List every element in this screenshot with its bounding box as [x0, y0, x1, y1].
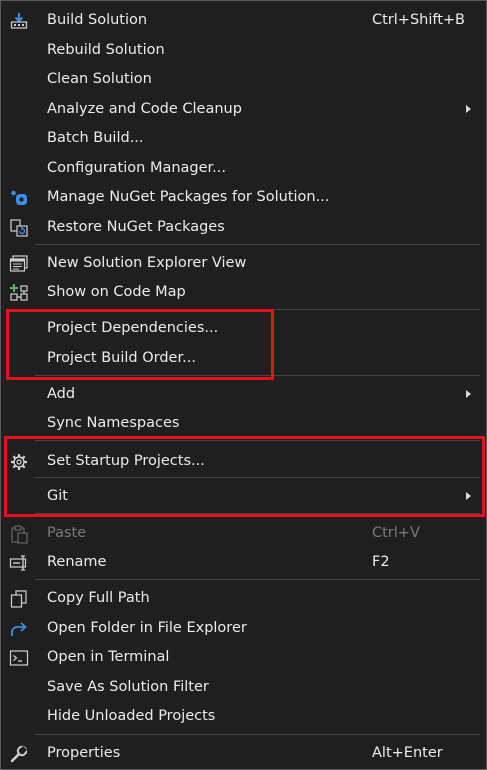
submenu-arrow-icon [466, 105, 471, 113]
menu-item-label: Sync Namespaces [47, 415, 180, 431]
menu-item-paste[interactable]: Paste Ctrl+V [1, 519, 486, 548]
menu-separator [35, 513, 480, 514]
shortcut-text: Ctrl+V [372, 525, 420, 541]
shortcut-text: Alt+Enter [372, 745, 443, 761]
menu-item-properties[interactable]: Properties Alt+Enter [1, 739, 486, 768]
menu-item-label: Analyze and Code Cleanup [47, 101, 242, 117]
menu-item-build-solution[interactable]: Build Solution Ctrl+Shift+B [1, 6, 486, 35]
menu-item-label: Properties [47, 745, 121, 761]
menu-item-label: Open in Terminal [47, 649, 170, 665]
menu-item-label: Hide Unloaded Projects [47, 708, 216, 724]
menu-item-label: Set Startup Projects... [47, 453, 205, 469]
open-folder-icon [9, 619, 29, 639]
menu-item-batch-build[interactable]: Batch Build... [1, 124, 486, 153]
solution-context-menu: Build Solution Ctrl+Shift+B Rebuild Solu… [0, 0, 487, 770]
menu-item-label: Configuration Manager... [47, 160, 226, 176]
restore-packages-icon [9, 218, 29, 238]
menu-item-copy-full-path[interactable]: Copy Full Path [1, 584, 486, 613]
menu-item-label: Paste [47, 525, 87, 541]
menu-separator [35, 477, 480, 478]
menu-item-label: Git [47, 488, 68, 504]
rename-icon [9, 553, 29, 573]
menu-item-rebuild-solution[interactable]: Rebuild Solution [1, 36, 486, 65]
build-solution-icon [9, 11, 29, 31]
copy-icon [9, 589, 29, 609]
menu-item-set-startup-projects[interactable]: Set Startup Projects... [1, 447, 486, 476]
menu-item-label: Add [47, 386, 76, 402]
menu-item-label: Manage NuGet Packages for Solution... [47, 189, 330, 205]
shortcut-text: Ctrl+Shift+B [372, 12, 466, 28]
menu-item-project-build-order[interactable]: Project Build Order... [1, 344, 486, 373]
menu-item-label: Project Build Order... [47, 350, 196, 366]
menu-item-label: Copy Full Path [47, 590, 150, 606]
menu-item-open-folder-file-explorer[interactable]: Open Folder in File Explorer [1, 614, 486, 643]
nuget-icon [9, 188, 29, 208]
menu-separator [35, 579, 480, 580]
menu-item-label: Restore NuGet Packages [47, 219, 225, 235]
menu-item-hide-unloaded-projects[interactable]: Hide Unloaded Projects [1, 702, 486, 731]
shortcut-text: F2 [372, 554, 390, 570]
menu-separator [35, 440, 480, 441]
menu-item-label: Rename [47, 554, 107, 570]
menu-item-add[interactable]: Add [1, 380, 486, 409]
menu-item-analyze-code-cleanup[interactable]: Analyze and Code Cleanup [1, 95, 486, 124]
menu-separator [35, 375, 480, 376]
menu-item-label: Show on Code Map [47, 284, 186, 300]
menu-item-label: New Solution Explorer View [47, 255, 247, 271]
terminal-icon [9, 648, 29, 668]
menu-item-label: Rebuild Solution [47, 42, 165, 58]
menu-item-label: Build Solution [47, 12, 148, 28]
submenu-arrow-icon [466, 390, 471, 398]
menu-item-new-solution-explorer-view[interactable]: New Solution Explorer View [1, 249, 486, 278]
menu-item-manage-nuget[interactable]: Manage NuGet Packages for Solution... [1, 183, 486, 212]
menu-item-label: Batch Build... [47, 130, 144, 146]
paste-icon [9, 524, 29, 544]
menu-item-sync-namespaces[interactable]: Sync Namespaces [1, 409, 486, 438]
menu-separator [35, 309, 480, 310]
wrench-icon [9, 744, 29, 764]
menu-item-label: Open Folder in File Explorer [47, 620, 247, 636]
menu-item-project-dependencies[interactable]: Project Dependencies... [1, 314, 486, 343]
menu-separator [35, 734, 480, 735]
menu-item-label: Clean Solution [47, 71, 152, 87]
solution-explorer-view-icon [9, 254, 29, 274]
menu-item-label: Save As Solution Filter [47, 679, 209, 695]
menu-item-save-as-solution-filter[interactable]: Save As Solution Filter [1, 673, 486, 702]
menu-item-git[interactable]: Git [1, 482, 486, 511]
submenu-arrow-icon [466, 492, 471, 500]
menu-item-clean-solution[interactable]: Clean Solution [1, 65, 486, 94]
menu-item-restore-nuget[interactable]: Restore NuGet Packages [1, 213, 486, 242]
menu-item-configuration-manager[interactable]: Configuration Manager... [1, 154, 486, 183]
menu-item-open-in-terminal[interactable]: Open in Terminal [1, 643, 486, 672]
menu-item-label: Project Dependencies... [47, 320, 219, 336]
code-map-icon [9, 283, 29, 303]
menu-separator [35, 244, 480, 245]
menu-item-show-on-code-map[interactable]: Show on Code Map [1, 278, 486, 307]
gear-icon [9, 452, 29, 472]
menu-item-rename[interactable]: Rename F2 [1, 548, 486, 577]
